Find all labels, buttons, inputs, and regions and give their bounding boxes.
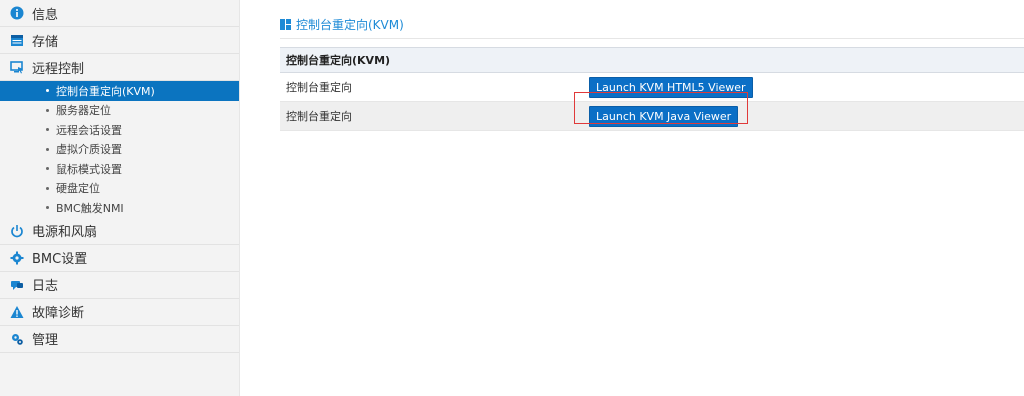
sidebar-item-remote-control[interactable]: 远程控制 (0, 54, 239, 81)
sidebar-item-power-fan[interactable]: 电源和风扇 (0, 218, 239, 245)
row-action-cell: Launch KVM HTML5 Viewer (583, 72, 1024, 102)
grid-icon (280, 18, 291, 30)
row-label: 控制台重定向 (280, 72, 583, 102)
submenu-item-virtual-media[interactable]: 虚拟介质设置 (0, 140, 239, 160)
submenu-item-mouse-mode[interactable]: 鼠标模式设置 (0, 159, 239, 179)
submenu-item-label: 远程会话设置 (56, 123, 122, 137)
storage-icon (10, 33, 24, 47)
sidebar-item-label: 信息 (32, 7, 59, 23)
sidebar-item-info[interactable]: 信息 (0, 0, 239, 27)
launch-html5-viewer-button[interactable]: Launch KVM HTML5 Viewer (589, 76, 753, 98)
bullet-icon (46, 206, 49, 210)
info-icon (10, 6, 24, 20)
submenu-item-label: BMC触发NMI (56, 201, 124, 215)
admin-gear-icon (10, 332, 24, 346)
sidebar-item-label: BMC设置 (32, 252, 88, 267)
main-content: 控制台重定向(KVM) 控制台重定向(KVM) 控制台重定向 Launch KV… (280, 0, 1024, 396)
sidebar-item-diagnostics[interactable]: 故障诊断 (0, 299, 239, 326)
submenu-item-server-locate[interactable]: 服务器定位 (0, 101, 239, 121)
table-row: 控制台重定向 Launch KVM Java Viewer (280, 101, 1024, 131)
power-icon (10, 224, 24, 238)
sidebar-item-label: 电源和风扇 (32, 225, 98, 240)
launch-java-viewer-button[interactable]: Launch KVM Java Viewer (589, 105, 739, 127)
bullet-icon (46, 186, 49, 190)
sidebar-item-storage[interactable]: 存储 (0, 27, 239, 54)
gear-icon (10, 251, 24, 265)
row-label: 控制台重定向 (280, 101, 583, 131)
submenu-item-disk-locate[interactable]: 硬盘定位 (0, 179, 239, 199)
submenu-item-label: 鼠标模式设置 (56, 162, 122, 176)
sidebar-item-admin[interactable]: 管理 (0, 326, 239, 353)
submenu-item-remote-session[interactable]: 远程会话设置 (0, 120, 239, 140)
submenu-item-kvm[interactable]: 控制台重定向(KVM) (0, 81, 239, 101)
log-icon (10, 278, 24, 292)
row-action-cell: Launch KVM Java Viewer (583, 101, 1024, 131)
sidebar-item-label: 存储 (32, 34, 59, 50)
divider (280, 38, 1024, 39)
submenu-item-label: 控制台重定向(KVM) (56, 84, 155, 98)
warning-icon (10, 305, 24, 319)
table-row: 控制台重定向 Launch KVM HTML5 Viewer (280, 72, 1024, 102)
submenu-item-label: 虚拟介质设置 (56, 143, 122, 157)
submenu-item-label: 硬盘定位 (56, 182, 100, 196)
page-title-text: 控制台重定向(KVM) (296, 17, 404, 32)
page-title: 控制台重定向(KVM) (280, 16, 404, 32)
table-header: 控制台重定向(KVM) (280, 47, 1024, 73)
bullet-icon (46, 89, 49, 93)
submenu-item-label: 服务器定位 (56, 104, 111, 118)
sidebar-item-label: 故障诊断 (32, 306, 85, 321)
sidebar-item-bmc-settings[interactable]: BMC设置 (0, 245, 239, 272)
remote-control-icon (10, 60, 24, 74)
kvm-table: 控制台重定向(KVM) 控制台重定向 Launch KVM HTML5 View… (280, 47, 1024, 131)
submenu-item-bmc-nmi[interactable]: BMC触发NMI (0, 198, 239, 218)
bullet-icon (46, 167, 49, 171)
bullet-icon (46, 147, 49, 151)
remote-control-submenu: 控制台重定向(KVM) 服务器定位 远程会话设置 虚拟介质设置 鼠标模式设置 硬… (0, 81, 239, 218)
bullet-icon (46, 128, 49, 132)
bullet-icon (46, 108, 49, 112)
sidebar-item-label: 管理 (32, 333, 59, 348)
sidebar-item-label: 远程控制 (32, 61, 85, 77)
sidebar: 信息 存储 远程控制 控制台重定向(KVM) 服务器定位 远程会话设置 虚拟介质… (0, 0, 240, 396)
sidebar-item-log[interactable]: 日志 (0, 272, 239, 299)
sidebar-item-label: 日志 (32, 279, 59, 294)
